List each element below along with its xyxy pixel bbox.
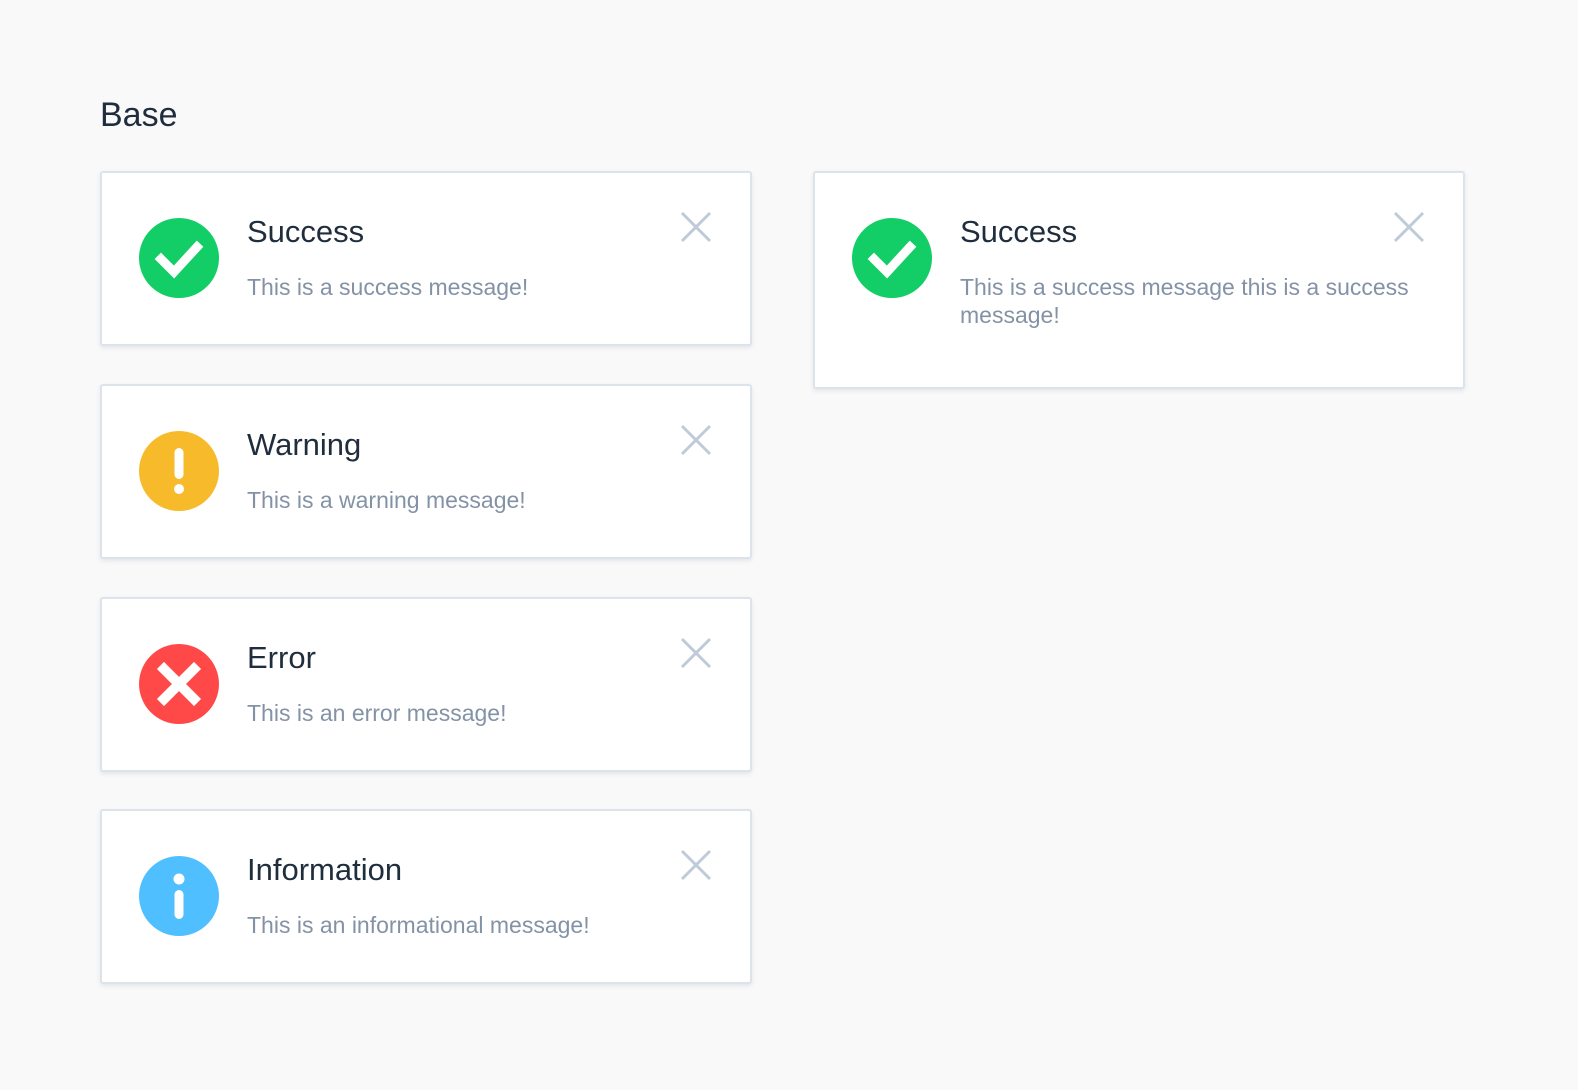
exclamation-circle-icon bbox=[139, 431, 219, 511]
info-circle-icon bbox=[139, 856, 219, 936]
toast-title: Success bbox=[247, 214, 365, 249]
toast-message: This is a warning message! bbox=[247, 487, 526, 513]
toast-success: Success This is a success message! bbox=[100, 171, 752, 346]
toast-error: Error This is an error message! bbox=[100, 597, 752, 772]
toast-success-long: Success This is a success message this i… bbox=[813, 171, 1465, 389]
toast-message: This is an error message! bbox=[247, 700, 507, 726]
toast-title: Error bbox=[247, 640, 316, 675]
close-icon[interactable] bbox=[678, 209, 714, 245]
toast-message: This is an informational message! bbox=[247, 912, 590, 938]
toast-title: Success bbox=[960, 214, 1078, 249]
toast-title: Information bbox=[247, 852, 403, 887]
toast-message: This is a success message this is a succ… bbox=[960, 274, 1409, 328]
check-circle-icon bbox=[139, 218, 219, 298]
section-title: Base bbox=[100, 96, 178, 134]
toast-warning: Warning This is a warning message! bbox=[100, 384, 752, 559]
close-icon[interactable] bbox=[678, 422, 714, 458]
toast-message: This is a success message! bbox=[247, 274, 529, 300]
toast-info: Information This is an informational mes… bbox=[100, 809, 752, 984]
close-icon[interactable] bbox=[1391, 209, 1427, 245]
x-circle-icon bbox=[139, 644, 219, 724]
toast-title: Warning bbox=[247, 427, 362, 462]
check-circle-icon bbox=[852, 218, 932, 298]
close-icon[interactable] bbox=[678, 635, 714, 671]
close-icon[interactable] bbox=[678, 847, 714, 883]
